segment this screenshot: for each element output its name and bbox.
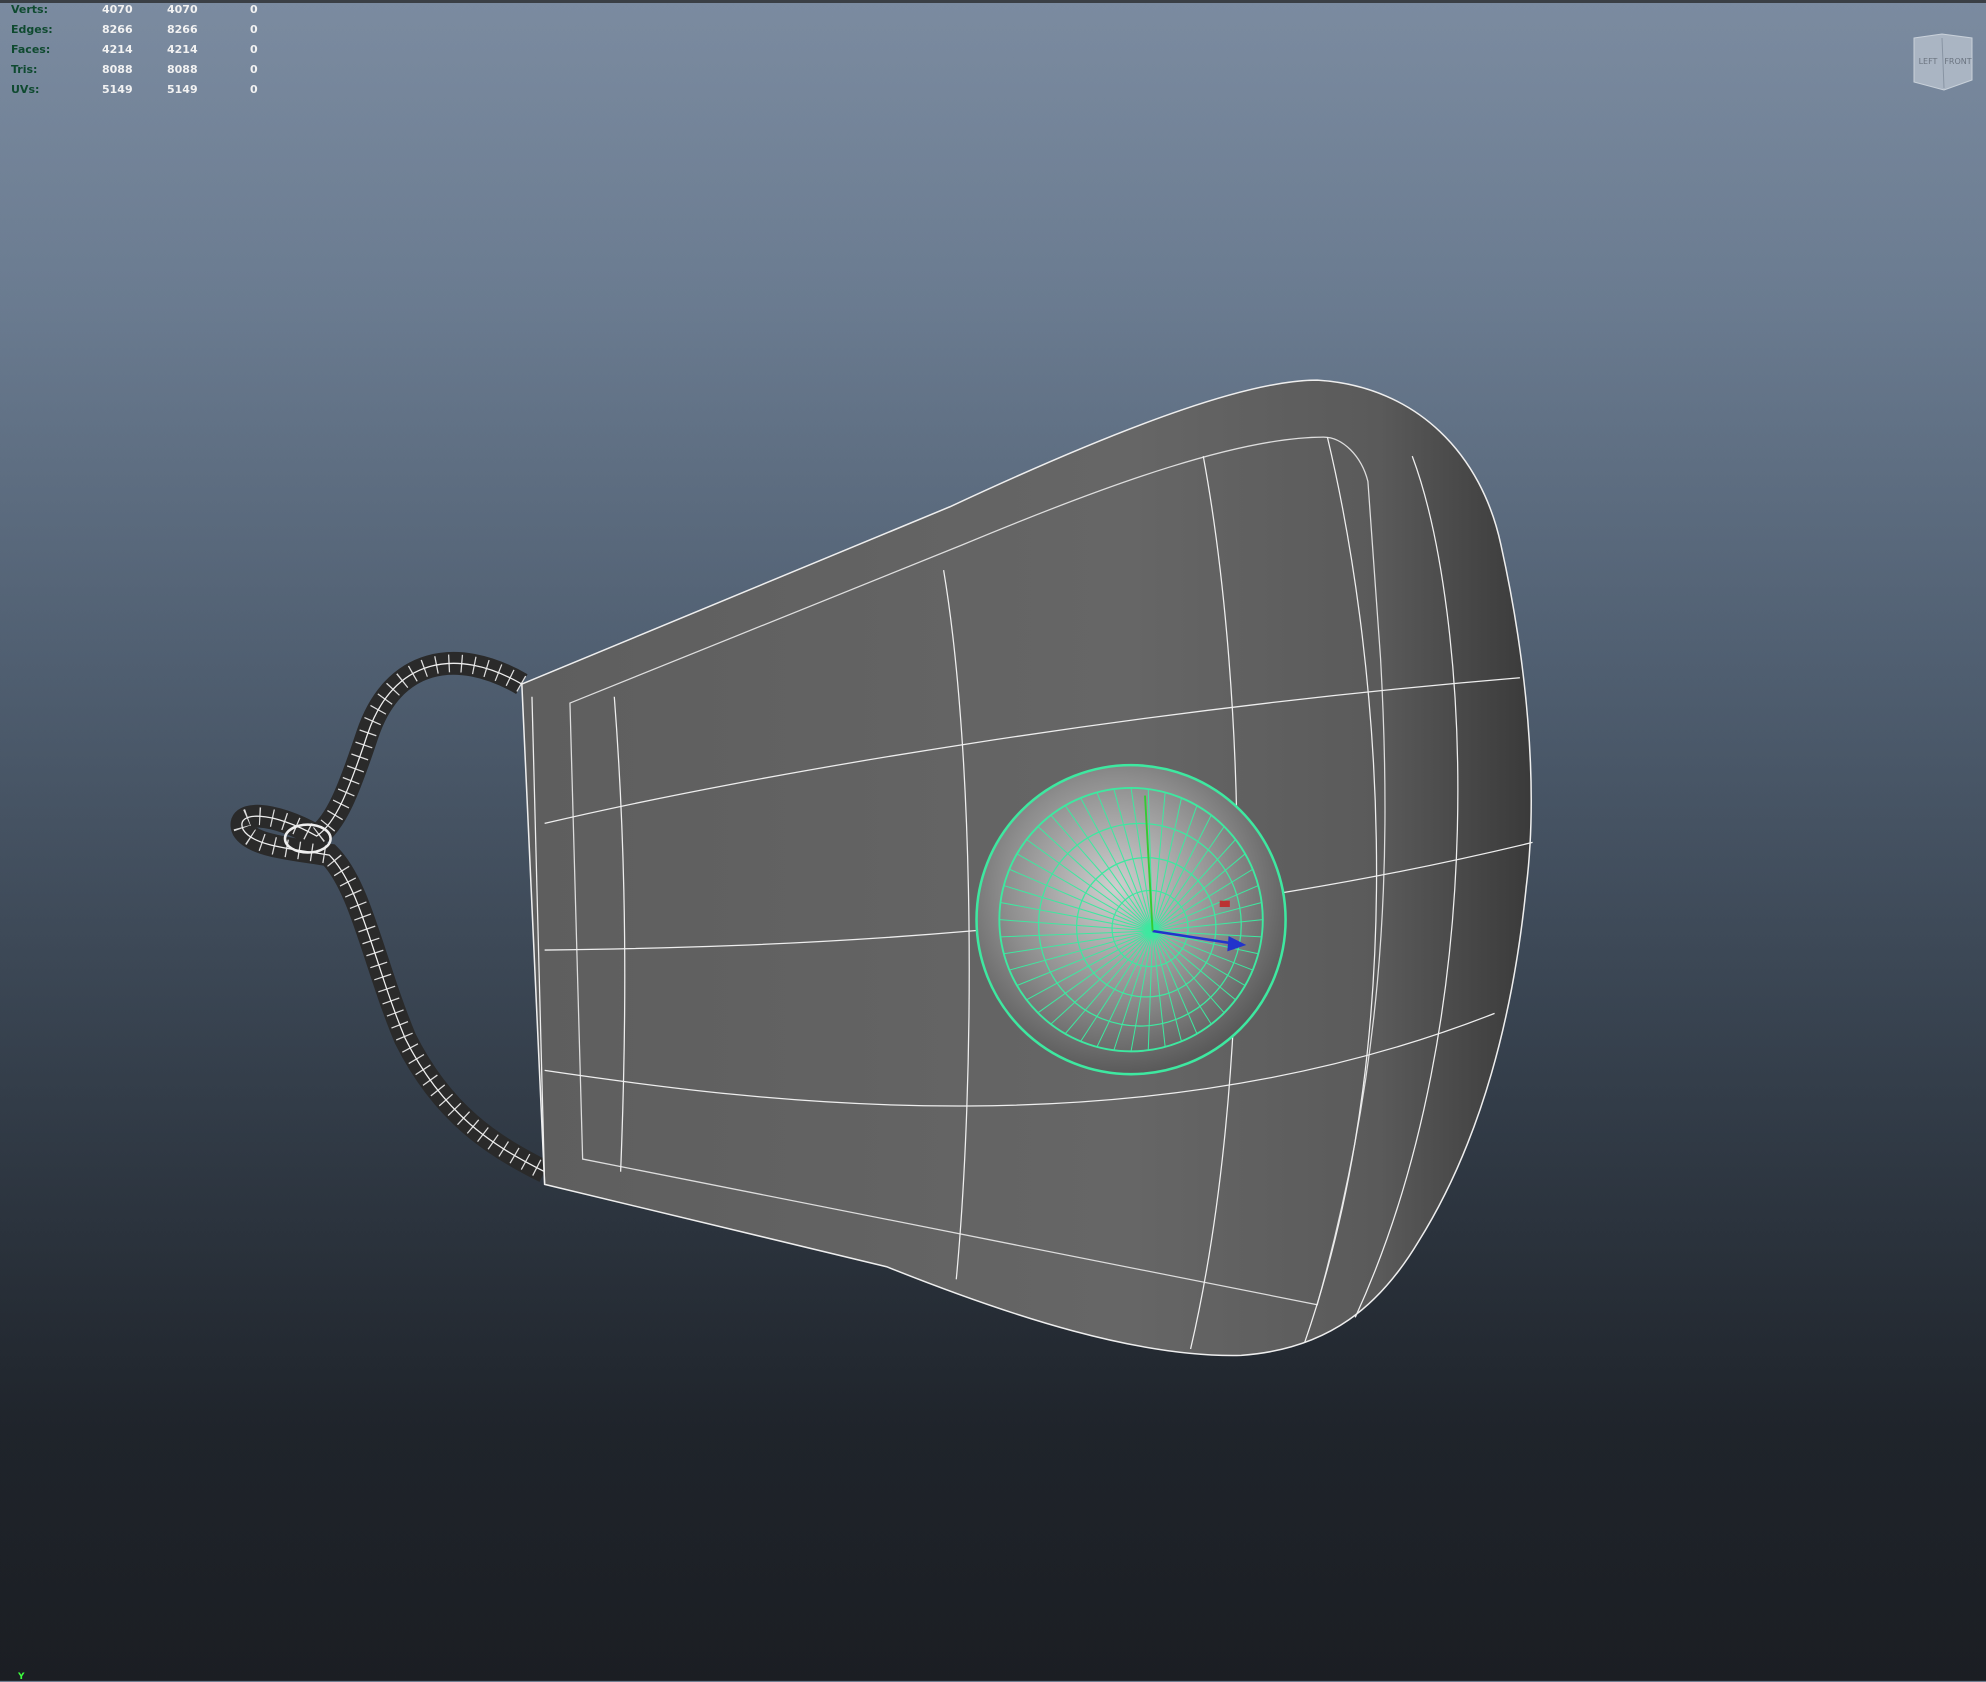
ear-strap[interactable]: [230, 652, 550, 1182]
valve-selected[interactable]: [975, 763, 1287, 1076]
viewport-scene[interactable]: [0, 0, 1986, 1681]
